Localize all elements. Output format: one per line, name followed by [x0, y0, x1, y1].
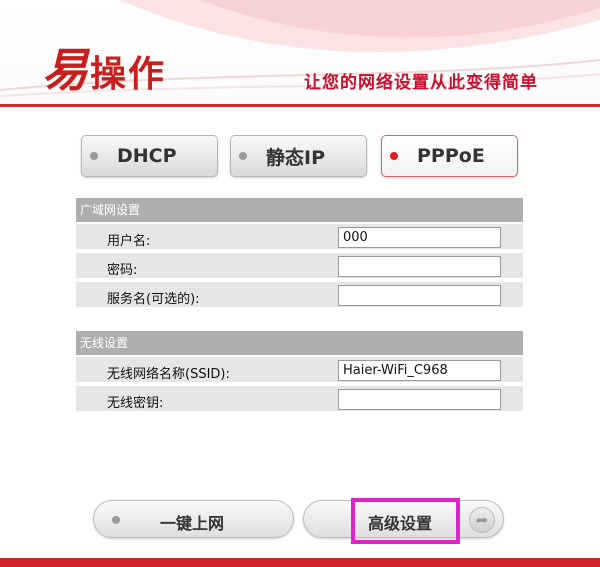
- pppoe-mode-button[interactable]: PPPoE: [381, 135, 518, 177]
- static-ip-mode-button[interactable]: 静态IP: [230, 135, 367, 177]
- wan-section-header: 广域网设置: [76, 198, 523, 222]
- radio-dot-icon: [239, 152, 247, 160]
- wireless-key-input[interactable]: [338, 389, 501, 410]
- ssid-label: 无线网络名称(SSID):: [107, 367, 230, 382]
- password-input[interactable]: [338, 256, 501, 277]
- ssid-input[interactable]: [338, 360, 501, 381]
- logo: 易操作: [42, 34, 166, 100]
- wireless-key-row: 无线密钥:: [76, 386, 523, 413]
- dhcp-label: DHCP: [117, 145, 177, 167]
- password-label: 密码:: [107, 263, 138, 278]
- logo-word: 操作: [90, 53, 167, 95]
- header-divider: [0, 104, 600, 107]
- username-label: 用户名:: [107, 234, 151, 249]
- logo-main-char: 易: [42, 43, 90, 97]
- radio-dot-icon: [112, 516, 120, 524]
- footer-bar: [0, 558, 600, 567]
- service-name-row: 服务名(可选的):: [76, 282, 523, 309]
- password-row: 密码:: [76, 253, 523, 280]
- connect-label: 一键上网: [160, 514, 225, 533]
- slogan: 让您的网络设置从此变得简单: [304, 73, 538, 93]
- username-input[interactable]: [338, 227, 501, 248]
- header-banner: 易操作 让您的网络设置从此变得简单: [0, 0, 600, 104]
- arrow-right-icon: ➦: [469, 507, 495, 533]
- pppoe-label: PPPoE: [417, 145, 485, 167]
- radio-dot-selected-icon: [390, 152, 398, 160]
- highlight-box: [351, 498, 460, 544]
- one-click-connect-button[interactable]: 一键上网: [93, 500, 294, 538]
- wireless-section-header: 无线设置: [76, 331, 523, 355]
- static-ip-label: 静态IP: [266, 146, 325, 169]
- username-row: 用户名:: [76, 224, 523, 251]
- service-name-label: 服务名(可选的):: [107, 292, 200, 307]
- dhcp-mode-button[interactable]: DHCP: [81, 135, 218, 177]
- radio-dot-icon: [90, 152, 98, 160]
- ssid-row: 无线网络名称(SSID):: [76, 357, 523, 384]
- wireless-key-label: 无线密钥:: [107, 396, 164, 411]
- service-name-input[interactable]: [338, 285, 501, 306]
